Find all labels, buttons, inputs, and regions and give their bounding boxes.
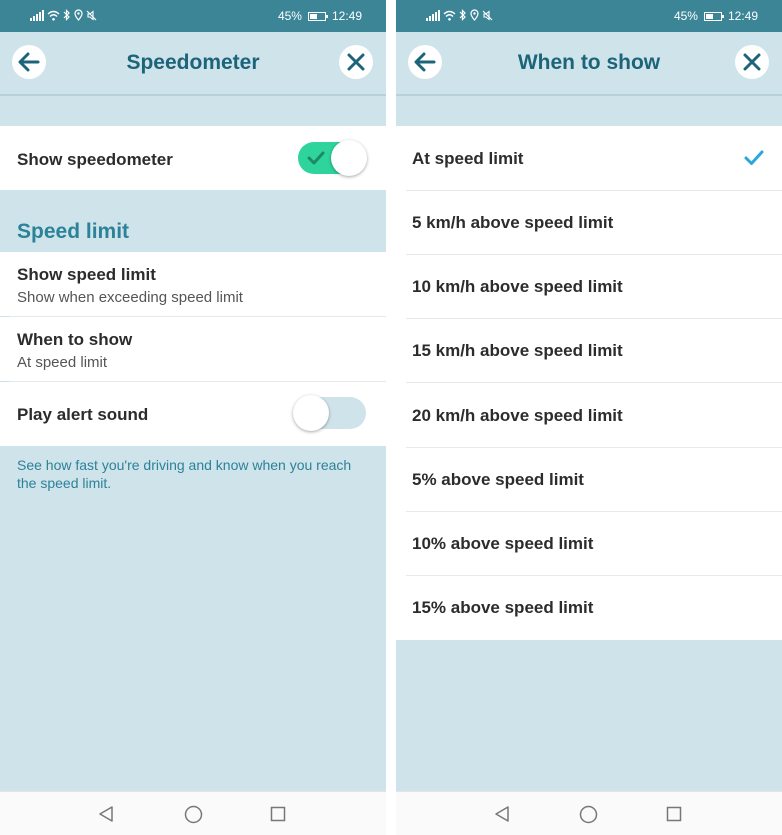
location-icon [74, 9, 83, 21]
circle-home-icon [184, 805, 202, 823]
option-15kmh-above[interactable]: 15 km/h above speed limit [396, 318, 782, 382]
bluetooth-icon [63, 9, 70, 21]
wifi-icon [47, 10, 60, 21]
show-speed-limit-row[interactable]: Show speed limit Show when exceeding spe… [0, 252, 386, 316]
show-speed-limit-title: Show speed limit [17, 265, 156, 284]
mute-icon [482, 9, 493, 21]
option-10kmh-above[interactable]: 10 km/h above speed limit [396, 254, 782, 318]
options-list: At speed limit 5 km/h above speed limit … [396, 126, 782, 640]
option-label: 5 km/h above speed limit [412, 213, 614, 232]
nav-recents-button[interactable] [268, 804, 288, 824]
option-5kmh-above[interactable]: 5 km/h above speed limit [396, 190, 782, 254]
app-header: Speedometer [0, 32, 386, 94]
nav-back-button[interactable] [492, 804, 512, 824]
show-speed-limit-subtitle: Show when exceeding speed limit [17, 289, 243, 306]
checkmark-icon [307, 151, 325, 165]
battery-icon [703, 11, 724, 21]
toggle-knob [293, 395, 329, 431]
show-speed-limit-text: Show speed limit Show when exceeding spe… [17, 265, 243, 306]
status-icons [426, 9, 493, 21]
play-alert-sound-toggle[interactable] [293, 395, 368, 431]
speedometer-description: See how fast you're driving and know whe… [17, 457, 352, 491]
option-10pct-above[interactable]: 10% above speed limit [396, 511, 782, 575]
circle-home-icon [579, 805, 597, 823]
triangle-back-icon [99, 806, 113, 822]
status-icons [30, 9, 97, 21]
toggle-knob [331, 140, 367, 176]
signal-icon [426, 9, 440, 21]
bluetooth-icon [459, 9, 466, 21]
when-to-show-screen: 45% 12:49 When to show At speed limit 5 … [396, 0, 782, 835]
nav-home-button[interactable] [578, 804, 598, 824]
android-nav-bar [396, 791, 782, 835]
nav-recents-button[interactable] [664, 804, 684, 824]
battery-percent: 45% [277, 9, 302, 23]
clock: 12:49 [331, 9, 362, 23]
android-nav-bar [0, 791, 386, 835]
header-divider [396, 94, 782, 96]
option-label: At speed limit [412, 149, 524, 168]
signal-icon [30, 9, 44, 21]
mute-icon [86, 9, 97, 21]
close-icon [743, 53, 761, 71]
show-speedometer-row[interactable]: Show speedometer [0, 126, 386, 190]
triangle-back-icon [495, 806, 509, 822]
show-speedometer-toggle[interactable] [298, 140, 368, 176]
when-to-show-subtitle: At speed limit [17, 354, 108, 371]
option-5pct-above[interactable]: 5% above speed limit [396, 447, 782, 511]
close-icon [347, 53, 365, 71]
app-header: When to show [396, 32, 782, 94]
close-button[interactable] [339, 45, 373, 79]
option-label: 15% above speed limit [412, 598, 594, 617]
wifi-icon [443, 10, 456, 21]
nav-home-button[interactable] [183, 804, 203, 824]
header-divider [0, 94, 386, 96]
battery-percent: 45% [673, 9, 698, 23]
play-alert-sound-label: Play alert sound [17, 405, 149, 424]
nav-back-button[interactable] [96, 804, 116, 824]
status-right: 45% 12:49 [674, 9, 758, 23]
option-label: 5% above speed limit [412, 470, 584, 489]
close-button[interactable] [735, 45, 769, 79]
when-to-show-text: When to show At speed limit [17, 330, 132, 371]
square-recents-icon [270, 806, 286, 822]
speed-limit-section-header: Speed limit [0, 190, 386, 252]
option-label: 15 km/h above speed limit [412, 341, 623, 360]
option-at-speed-limit[interactable]: At speed limit [396, 126, 782, 190]
square-recents-icon [666, 806, 682, 822]
status-right: 45% 12:49 [278, 9, 362, 23]
clock: 12:49 [727, 9, 758, 23]
page-title: Speedometer [126, 51, 260, 74]
option-20kmh-above[interactable]: 20 km/h above speed limit [396, 383, 782, 447]
battery-icon [307, 11, 328, 21]
page-title: When to show [517, 51, 661, 74]
speedometer-screen: 45% 12:49 Speedometer Show speedometer S… [0, 0, 386, 835]
checkmark-icon [744, 150, 764, 165]
option-label: 20 km/h above speed limit [412, 406, 623, 425]
status-bar: 45% 12:49 [0, 0, 386, 32]
status-bar: 45% 12:49 [396, 0, 782, 32]
play-alert-sound-row[interactable]: Play alert sound [0, 382, 386, 446]
section-title: Speed limit [17, 220, 130, 243]
location-icon [470, 9, 479, 21]
show-speedometer-label: Show speedometer [17, 150, 173, 169]
when-to-show-title: When to show [17, 330, 133, 349]
option-15pct-above[interactable]: 15% above speed limit [396, 575, 782, 639]
when-to-show-row[interactable]: When to show At speed limit [0, 317, 386, 381]
option-label: 10 km/h above speed limit [412, 277, 623, 296]
option-label: 10% above speed limit [412, 534, 594, 553]
